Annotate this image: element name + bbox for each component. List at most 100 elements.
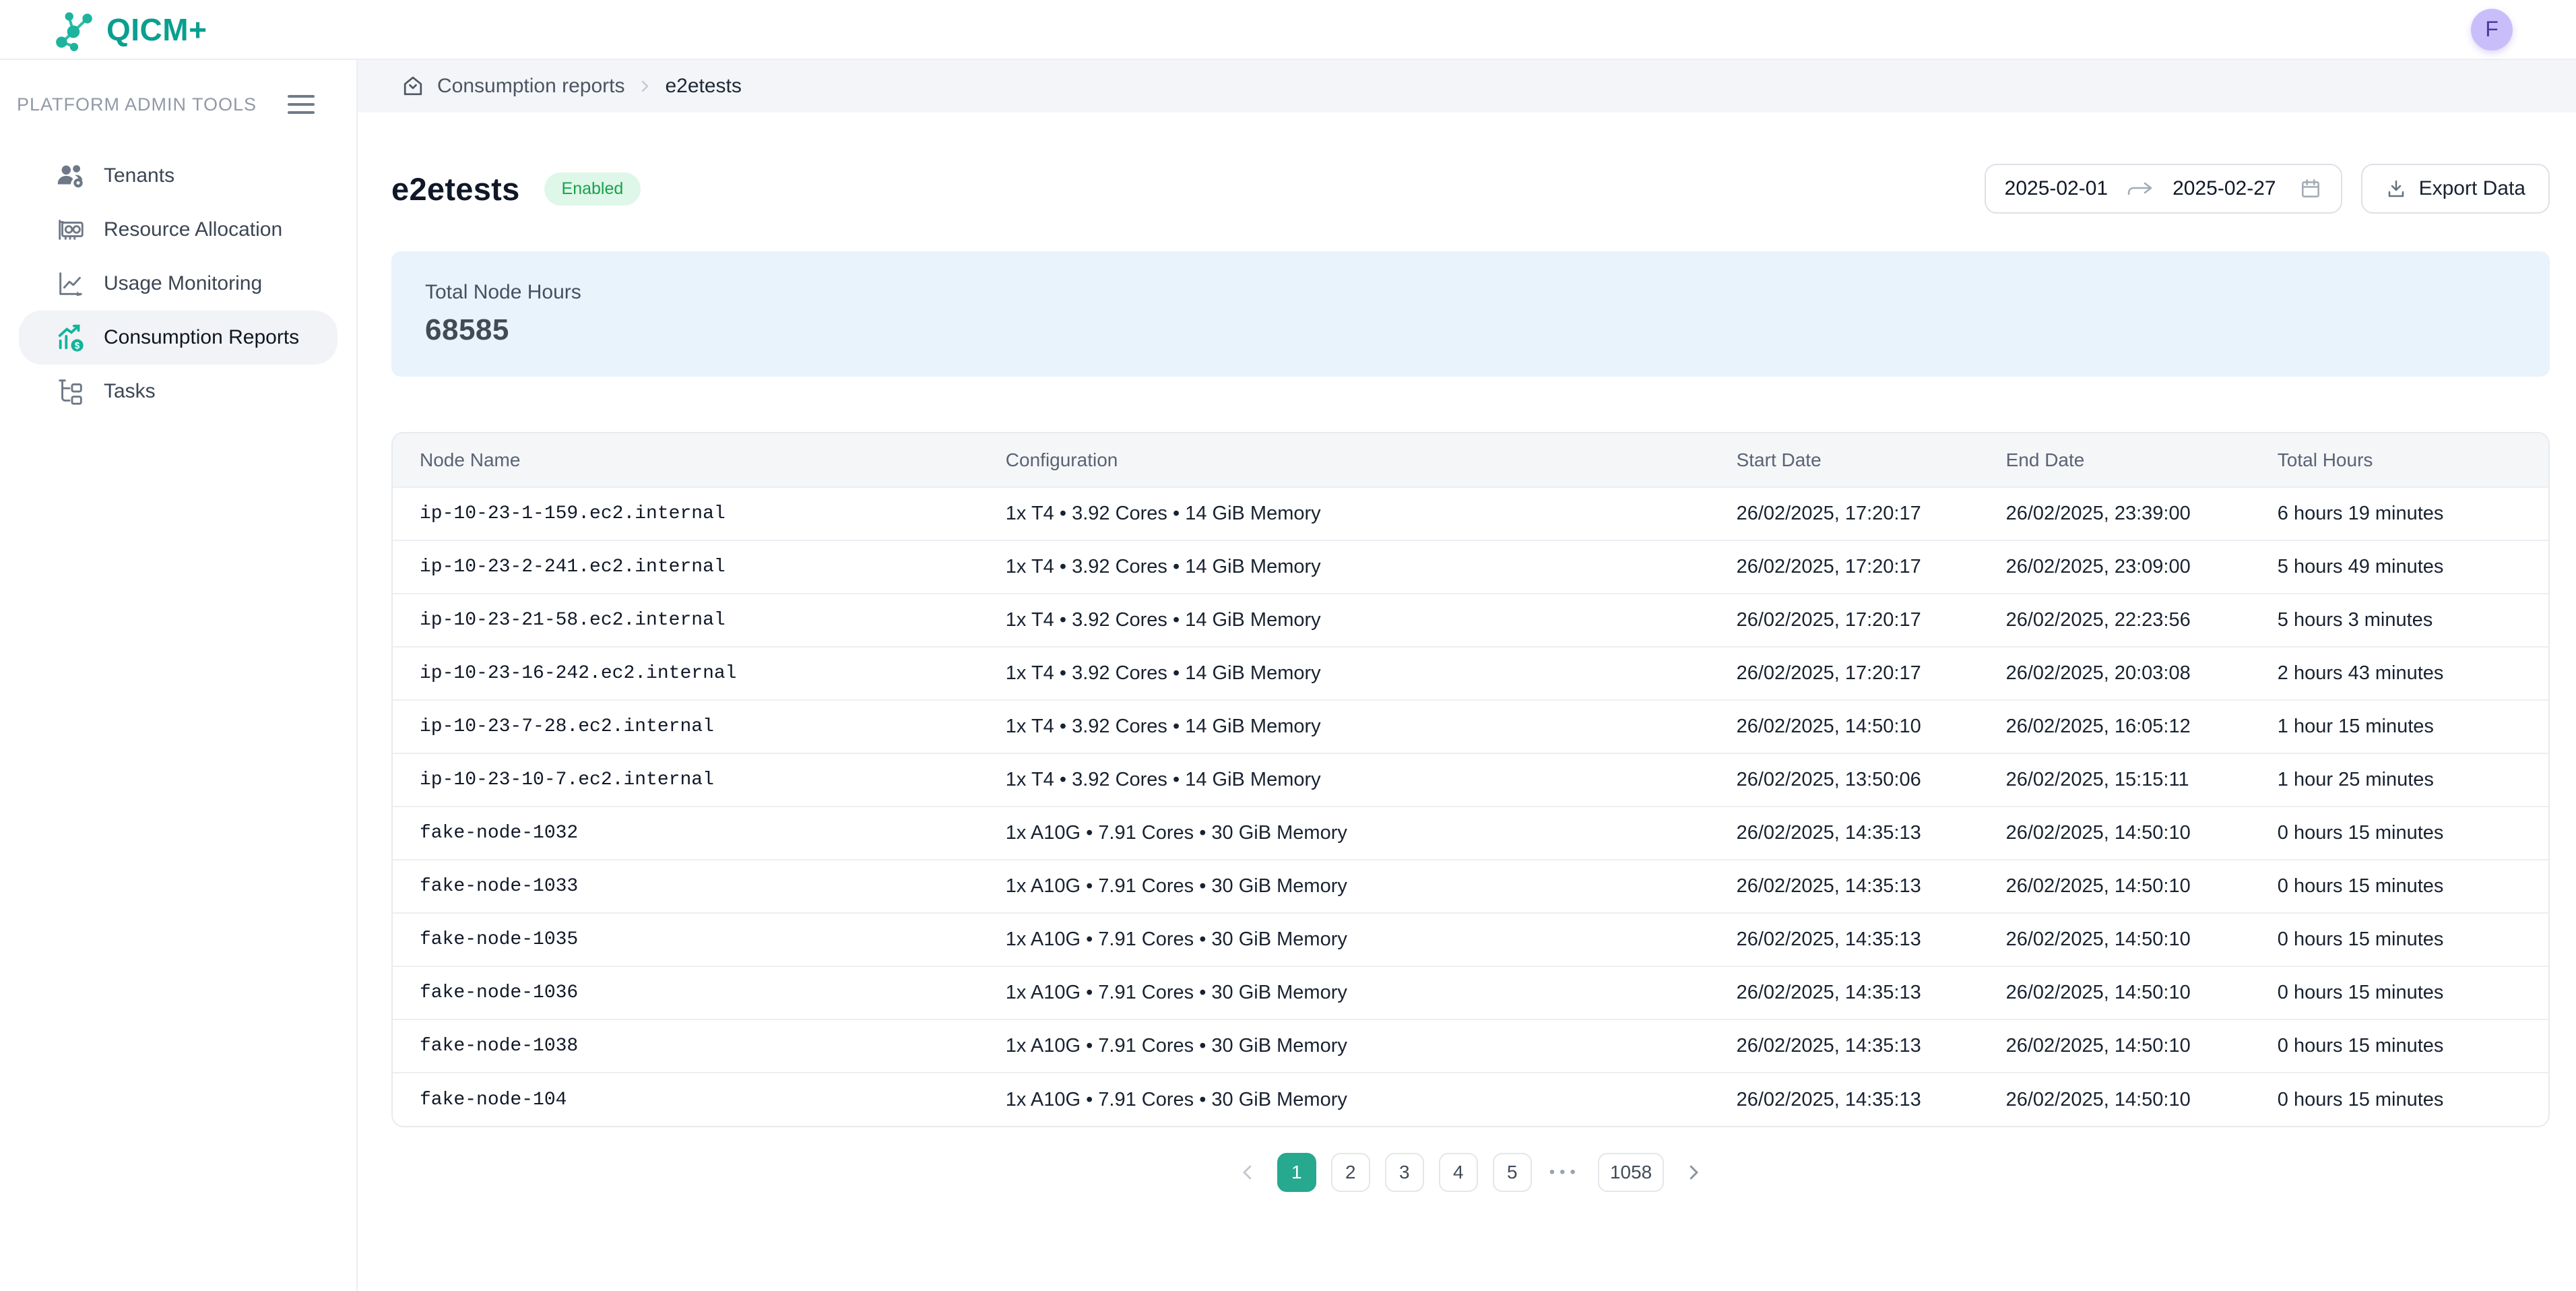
sidebar-item-tasks[interactable]: Tasks [19, 365, 337, 418]
table-row: ip-10-23-10-7.ec2.internal1x T4 • 3.92 C… [393, 753, 2548, 807]
table-row: fake-node-10381x A10G • 7.91 Cores • 30 … [393, 1019, 2548, 1073]
pagination-page-button-2[interactable]: 2 [1331, 1153, 1370, 1192]
total-hours-cell: 0 hours 15 minutes [2277, 1019, 2548, 1073]
table-row: ip-10-23-21-58.ec2.internal1x T4 • 3.92 … [393, 594, 2548, 647]
table-row: fake-node-10361x A10G • 7.91 Cores • 30 … [393, 966, 2548, 1019]
calendar-icon [2299, 177, 2322, 200]
app-logo[interactable]: QICM+ [53, 7, 207, 52]
column-header-total-hours: Total Hours [2277, 433, 2548, 487]
pagination-page-button-3[interactable]: 3 [1385, 1153, 1424, 1192]
sidebar-collapse-button[interactable] [288, 91, 315, 118]
sidebar-item-usage-monitoring[interactable]: Usage Monitoring [19, 257, 337, 311]
node-name-cell: ip-10-23-16-242.ec2.internal [393, 647, 1005, 700]
total-hours-cell: 0 hours 15 minutes [2277, 860, 2548, 913]
total-hours-cell: 0 hours 15 minutes [2277, 966, 2548, 1019]
pagination-last-page-button[interactable]: 1058 [1598, 1153, 1664, 1192]
swap-right-arrow-icon [2125, 179, 2155, 199]
home-icon[interactable] [401, 74, 425, 98]
table-header-row: Node NameConfigurationStart DateEnd Date… [393, 433, 2548, 487]
table-row: ip-10-23-1-159.ec2.internal1x T4 • 3.92 … [393, 487, 2548, 540]
sidebar-item-consumption-reports[interactable]: $Consumption Reports [19, 311, 337, 365]
total-node-hours-card: Total Node Hours 68585 [391, 251, 2550, 377]
pagination-page-button-4[interactable]: 4 [1439, 1153, 1478, 1192]
node-name-cell: fake-node-1035 [393, 913, 1005, 966]
consumption-table: Node NameConfigurationStart DateEnd Date… [393, 433, 2548, 1126]
page-title: e2etests [391, 170, 520, 208]
user-avatar[interactable]: F [2471, 9, 2513, 51]
pagination-next-button[interactable] [1679, 1153, 1708, 1192]
breadcrumb: Consumption reports e2etests [358, 60, 2576, 113]
pagination-prev-button[interactable] [1233, 1153, 1262, 1192]
brand-molecule-icon [53, 7, 97, 52]
end-date-cell: 26/02/2025, 23:39:00 [2005, 487, 2277, 540]
users-icon [55, 160, 86, 191]
node-name-cell: ip-10-23-2-241.ec2.internal [393, 540, 1005, 594]
node-name-cell: ip-10-23-7-28.ec2.internal [393, 700, 1005, 753]
pagination: 12345 ••• 1058 [391, 1153, 2550, 1192]
export-data-button[interactable]: Export Data [2361, 164, 2550, 214]
start-date-cell: 26/02/2025, 17:20:17 [1736, 647, 2005, 700]
start-date-cell: 26/02/2025, 17:20:17 [1736, 594, 2005, 647]
configuration-cell: 1x A10G • 7.91 Cores • 30 GiB Memory [1005, 913, 1736, 966]
start-date-value[interactable]: 2025-02-01 [2005, 177, 2108, 200]
sidebar-item-label: Tenants [104, 164, 174, 187]
column-header-node-name: Node Name [393, 433, 1005, 487]
sidebar-item-label: Resource Allocation [104, 218, 282, 241]
start-date-cell: 26/02/2025, 14:35:13 [1736, 913, 2005, 966]
total-hours-cell: 0 hours 15 minutes [2277, 913, 2548, 966]
end-date-cell: 26/02/2025, 14:50:10 [2005, 1073, 2277, 1126]
table-row: ip-10-23-2-241.ec2.internal1x T4 • 3.92 … [393, 540, 2548, 594]
total-hours-cell: 5 hours 3 minutes [2277, 594, 2548, 647]
node-name-cell: fake-node-104 [393, 1073, 1005, 1126]
end-date-cell: 26/02/2025, 15:15:11 [2005, 753, 2277, 807]
pagination-ellipsis: ••• [1547, 1163, 1583, 1182]
node-name-cell: ip-10-23-10-7.ec2.internal [393, 753, 1005, 807]
pagination-page-button-1[interactable]: 1 [1277, 1153, 1316, 1192]
table-row: fake-node-10331x A10G • 7.91 Cores • 30 … [393, 860, 2548, 913]
main-area: Consumption reports e2etests e2etests En… [358, 60, 2576, 1291]
column-header-start-date: Start Date [1736, 433, 2005, 487]
top-header: QICM+ F [0, 0, 2576, 60]
date-range-picker[interactable]: 2025-02-01 2025-02-27 [1985, 164, 2342, 214]
configuration-cell: 1x T4 • 3.92 Cores • 14 GiB Memory [1005, 753, 1736, 807]
start-date-cell: 26/02/2025, 13:50:06 [1736, 753, 2005, 807]
start-date-cell: 26/02/2025, 14:50:10 [1736, 700, 2005, 753]
node-name-cell: fake-node-1038 [393, 1019, 1005, 1073]
pagination-page-button-5[interactable]: 5 [1493, 1153, 1532, 1192]
table-row: fake-node-10321x A10G • 7.91 Cores • 30 … [393, 807, 2548, 860]
total-hours-cell: 0 hours 15 minutes [2277, 807, 2548, 860]
start-date-cell: 26/02/2025, 14:35:13 [1736, 860, 2005, 913]
breadcrumb-root[interactable]: Consumption reports [437, 75, 624, 98]
end-date-cell: 26/02/2025, 14:50:10 [2005, 860, 2277, 913]
end-date-cell: 26/02/2025, 14:50:10 [2005, 913, 2277, 966]
sidebar-item-resource-allocation[interactable]: Resource Allocation [19, 203, 337, 257]
sidebar-item-label: Tasks [104, 380, 156, 403]
end-date-cell: 26/02/2025, 14:50:10 [2005, 1019, 2277, 1073]
node-name-cell: fake-node-1033 [393, 860, 1005, 913]
usage-chart-icon [55, 268, 86, 299]
start-date-cell: 26/02/2025, 14:35:13 [1736, 1073, 2005, 1126]
sidebar-item-tenants[interactable]: Tenants [19, 149, 337, 203]
download-icon [2385, 178, 2407, 199]
total-hours-cell: 5 hours 49 minutes [2277, 540, 2548, 594]
summary-value: 68585 [425, 313, 2516, 347]
total-hours-cell: 0 hours 15 minutes [2277, 1073, 2548, 1126]
consumption-table-card: Node NameConfigurationStart DateEnd Date… [391, 432, 2550, 1127]
total-hours-cell: 2 hours 43 minutes [2277, 647, 2548, 700]
brand-name: QICM+ [106, 11, 207, 48]
configuration-cell: 1x T4 • 3.92 Cores • 14 GiB Memory [1005, 540, 1736, 594]
configuration-cell: 1x A10G • 7.91 Cores • 30 GiB Memory [1005, 1073, 1736, 1126]
total-hours-cell: 6 hours 19 minutes [2277, 487, 2548, 540]
node-name-cell: fake-node-1032 [393, 807, 1005, 860]
table-row: fake-node-1041x A10G • 7.91 Cores • 30 G… [393, 1073, 2548, 1126]
node-name-cell: fake-node-1036 [393, 966, 1005, 1019]
sidebar-section-title: PLATFORM ADMIN TOOLS [17, 94, 257, 115]
start-date-cell: 26/02/2025, 14:35:13 [1736, 1019, 2005, 1073]
configuration-cell: 1x T4 • 3.92 Cores • 14 GiB Memory [1005, 594, 1736, 647]
configuration-cell: 1x A10G • 7.91 Cores • 30 GiB Memory [1005, 860, 1736, 913]
tasks-tree-icon [55, 376, 86, 407]
column-header-configuration: Configuration [1005, 433, 1736, 487]
end-date-cell: 26/02/2025, 16:05:12 [2005, 700, 2277, 753]
end-date-value[interactable]: 2025-02-27 [2172, 177, 2276, 200]
export-data-label: Export Data [2419, 177, 2525, 200]
